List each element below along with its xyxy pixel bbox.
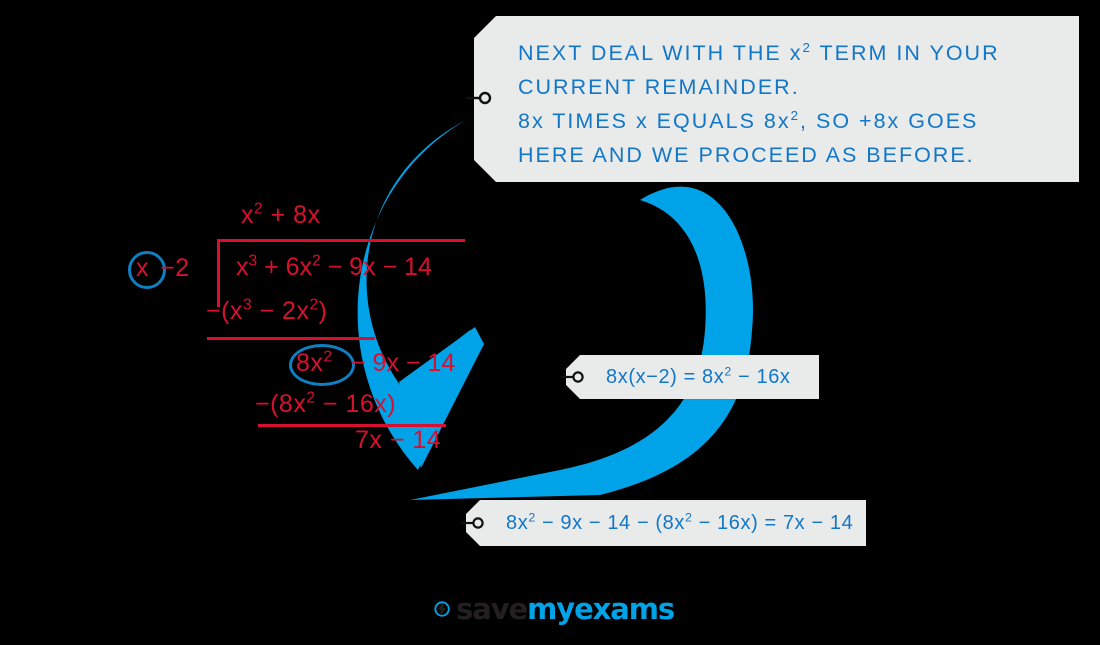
divisor-circled-part: x — [136, 254, 149, 282]
remainder-2: 7x − 14 — [355, 426, 442, 454]
dividend: x3 + 6x2 − 9x − 14 — [236, 252, 432, 281]
callout-main-line-1: NEXT DEAL WITH THE x2 TERM IN YOUR — [518, 39, 1000, 65]
callout-main-instruction: NEXT DEAL WITH THE x2 TERM IN YOUR CURRE… — [474, 16, 1079, 182]
subtract-step-2: −(8x2 − 16x) — [255, 389, 397, 418]
division-bracket-horizontal — [217, 239, 465, 242]
callout-multiply-text: 8x(x−2) = 8x2 − 16x — [606, 364, 791, 388]
logo-word-my: my — [527, 592, 575, 626]
callout-main-line-2: CURRENT REMAINDER. — [518, 75, 800, 99]
subtract-step-1: −(x3 − 2x2) — [206, 296, 328, 325]
callout-subtract: 8x2 − 9x − 14 − (8x2 − 16x) = 7x − 14 — [466, 500, 866, 546]
remainder-1-rest: − 9x − 14 — [351, 349, 456, 377]
divisor-rest: −2 — [160, 254, 190, 282]
quotient: x2 + 8x — [241, 200, 321, 229]
callout-main-line-3: 8x TIMES x EQUALS 8x2, SO +8x GOES — [518, 107, 979, 133]
logo-word-exams: exams — [574, 592, 675, 626]
callout-main-line-4: HERE AND WE PROCEED AS BEFORE. — [518, 143, 975, 167]
diagram-canvas: x −2 x2 + 8x x3 + 6x2 − 9x − 14 −(x3 − 2… — [0, 0, 1100, 645]
lightning-bolt-circle-icon — [434, 601, 450, 617]
callout-multiply: 8x(x−2) = 8x2 − 16x — [566, 355, 819, 399]
remainder-1-circled: 8x2 — [296, 348, 333, 377]
callout-subtract-text: 8x2 − 9x − 14 − (8x2 − 16x) = 7x − 14 — [506, 510, 854, 534]
logo-wordmark: savemyexams — [456, 592, 675, 626]
subtraction-rule-1 — [207, 337, 375, 340]
logo-word-save: save — [456, 592, 528, 626]
save-my-exams-logo: savemyexams — [434, 588, 675, 630]
